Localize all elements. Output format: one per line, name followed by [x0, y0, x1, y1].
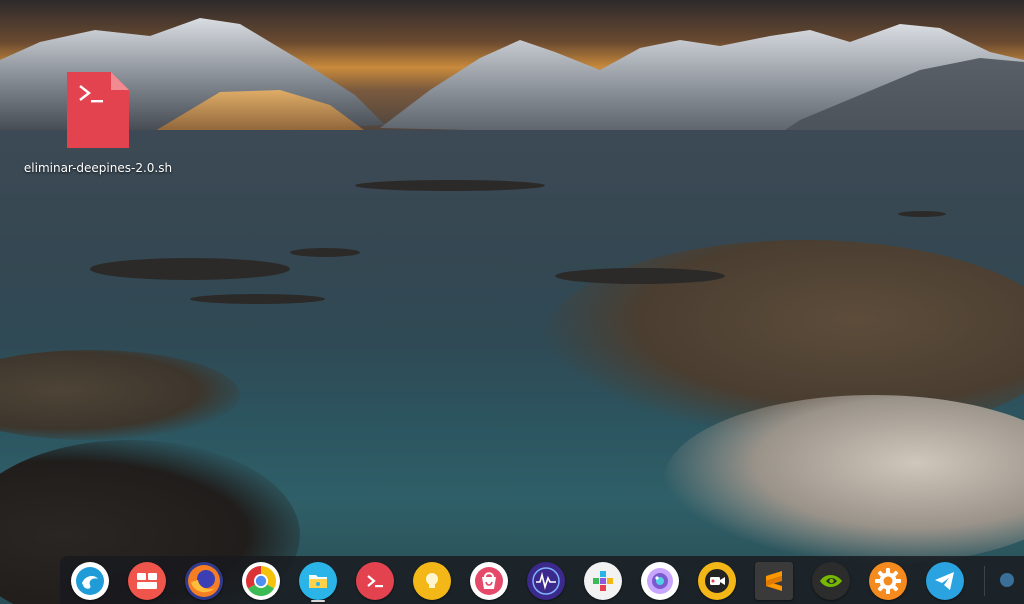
wallpaper-islet: [90, 258, 290, 280]
dock-firefox[interactable]: [185, 562, 223, 600]
running-indicator: [311, 600, 325, 602]
dock-screenshot[interactable]: [641, 562, 679, 600]
chrome-icon: [244, 564, 278, 598]
settings-gear-icon: [873, 566, 903, 596]
dock-chrome[interactable]: [242, 562, 280, 600]
dock-store[interactable]: [470, 562, 508, 600]
nvidia-icon: [818, 570, 844, 592]
dock-launcher[interactable]: [71, 562, 109, 600]
dock-terminal[interactable]: [356, 562, 394, 600]
dock-settings[interactable]: [869, 562, 907, 600]
app-store-icon: [474, 566, 504, 596]
dock-separator: [984, 566, 985, 596]
dock-file-manager[interactable]: [299, 562, 337, 600]
desktop-file-icon[interactable]: eliminar-deepines-2.0.sh: [22, 72, 174, 175]
dock-sublime-text[interactable]: [755, 562, 793, 600]
screenshot-lens-icon: [645, 566, 675, 596]
telegram-icon: [933, 570, 957, 592]
desktop[interactable]: eliminar-deepines-2.0.sh: [0, 0, 1024, 604]
dock: [60, 556, 1024, 604]
sublime-text-icon: [763, 568, 785, 594]
multitasking-view-icon: [136, 570, 158, 592]
tray-network-icon[interactable]: [1000, 573, 1014, 587]
dock-tips[interactable]: [413, 562, 451, 600]
wallpaper-islet: [898, 211, 946, 217]
dock-telegram[interactable]: [926, 562, 964, 600]
dock-system-monitor[interactable]: [527, 562, 565, 600]
dock-nvidia-settings[interactable]: [812, 562, 850, 600]
terminal-icon: [364, 570, 386, 592]
dock-multitasking[interactable]: [128, 562, 166, 600]
system-monitor-icon: [531, 566, 561, 596]
wallpaper-islet: [190, 294, 325, 304]
shell-script-icon: [67, 72, 129, 148]
package-icon: [592, 570, 614, 592]
dock-screen-recorder[interactable]: [698, 562, 736, 600]
screen-recorder-icon: [702, 566, 732, 596]
firefox-icon: [187, 564, 221, 598]
wallpaper-islet: [355, 180, 545, 191]
wallpaper-islet: [555, 268, 725, 284]
wallpaper-islet: [290, 248, 360, 257]
dock-package-installer[interactable]: [584, 562, 622, 600]
lightbulb-icon: [421, 570, 443, 592]
desktop-file-label: eliminar-deepines-2.0.sh: [23, 161, 173, 175]
file-manager-icon: [306, 569, 330, 593]
deepin-launcher-icon: [75, 566, 105, 596]
